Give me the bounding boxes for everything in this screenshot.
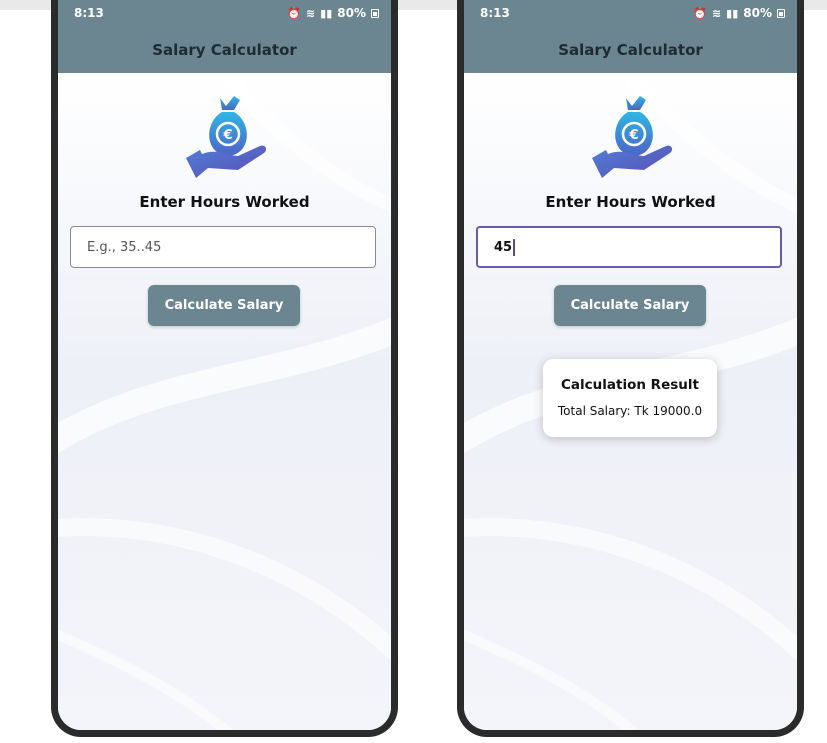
section-heading: Enter Hours Worked <box>545 193 716 211</box>
result-dialog: Calculation Result Total Salary: Tk 1900… <box>543 359 717 437</box>
status-icons: ⏰ ≋ ▮▮ 80% <box>287 6 379 20</box>
section-heading: Enter Hours Worked <box>139 193 310 211</box>
signal-icon: ▮▮ <box>320 6 333 20</box>
calculate-salary-button[interactable]: Calculate Salary <box>148 285 300 326</box>
phone-screen-initial: 8:13 ⏰ ≋ ▮▮ 80% Salary Calculator € Ente… <box>51 0 398 737</box>
battery-icon <box>777 8 785 18</box>
app-title: Salary Calculator <box>152 40 297 59</box>
status-time: 8:13 <box>480 6 510 20</box>
svg-text:€: € <box>628 128 638 143</box>
calculate-salary-button[interactable]: Calculate Salary <box>554 285 706 326</box>
status-time: 8:13 <box>74 6 104 20</box>
app-title: Salary Calculator <box>558 40 703 59</box>
result-title: Calculation Result <box>561 377 699 393</box>
signal-icon: ▮▮ <box>726 6 739 20</box>
wifi-icon: ≋ <box>711 6 722 20</box>
money-bag-hand-icon: € <box>186 96 267 178</box>
text-caret <box>513 238 515 256</box>
app-bar: Salary Calculator <box>464 26 797 73</box>
hours-input-value: 45 <box>494 239 513 255</box>
money-bag-hand-icon: € <box>592 96 673 178</box>
wifi-icon: ≋ <box>305 6 316 20</box>
app-bar: Salary Calculator <box>58 26 391 73</box>
alarm-icon: ⏰ <box>693 6 707 20</box>
content-area: € Enter Hours Worked 45 Calculate Salary… <box>464 73 797 730</box>
hours-input-placeholder: E.g., 35..45 <box>87 239 162 255</box>
content-area: € Enter Hours Worked E.g., 35..45 Calcul… <box>58 73 391 730</box>
status-bar: 8:13 ⏰ ≋ ▮▮ 80% <box>58 0 391 26</box>
hours-input[interactable]: E.g., 35..45 <box>70 226 376 268</box>
phone-screen-result: 8:13 ⏰ ≋ ▮▮ 80% Salary Calculator € Ente… <box>457 0 804 737</box>
battery-percent: 80% <box>337 6 366 20</box>
svg-text:€: € <box>222 128 232 143</box>
battery-icon <box>371 8 379 18</box>
status-icons: ⏰ ≋ ▮▮ 80% <box>693 6 785 20</box>
result-total-salary: Total Salary: Tk 19000.0 <box>557 404 703 418</box>
alarm-icon: ⏰ <box>287 6 301 20</box>
hours-input[interactable]: 45 <box>476 226 782 268</box>
status-bar: 8:13 ⏰ ≋ ▮▮ 80% <box>464 0 797 26</box>
battery-percent: 80% <box>743 6 772 20</box>
